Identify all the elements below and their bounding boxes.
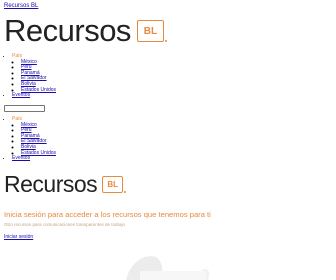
site-logo-secondary[interactable]: Recursos BL (4, 170, 127, 197)
logo-wordmark: Recursos (4, 170, 98, 197)
top-recursos-link[interactable]: Recursos BL (4, 3, 38, 9)
nav-menu: País México Perú Panamá El Salvador Boli… (4, 53, 56, 99)
site-logo[interactable]: Recursos BL (4, 13, 167, 48)
logo-wordmark: Recursos (4, 13, 131, 48)
menu-item-eventos[interactable]: Eventos (12, 92, 30, 98)
login-link[interactable]: Iniciar sesión (4, 234, 33, 240)
nav-menu-secondary: País México Perú Panamá El Salvador Boli… (4, 116, 56, 162)
menu-item-pais[interactable]: País México Perú Panamá El Salvador Boli… (12, 53, 56, 94)
search-input[interactable] (4, 105, 45, 112)
logo-dot-icon (124, 191, 127, 193)
background-illustration (126, 256, 210, 280)
menu2-item-eventos[interactable]: Eventos (12, 155, 30, 161)
country-submenu-secondary: México Perú Panamá El Salvador Bolivia E… (12, 122, 56, 157)
logo-dot-icon (164, 40, 167, 42)
login-headline: Inicia sesión para acceder a los recurso… (4, 210, 211, 219)
logo-badge: BL (102, 175, 124, 193)
logo-badge: BL (136, 20, 164, 42)
menu2-item-pais[interactable]: País México Perú Panamá El Salvador Boli… (12, 116, 56, 157)
login-subline: Otro recursos para comunicaciones transp… (4, 222, 126, 227)
country-submenu: México Perú Panamá El Salvador Bolivia E… (12, 59, 56, 94)
